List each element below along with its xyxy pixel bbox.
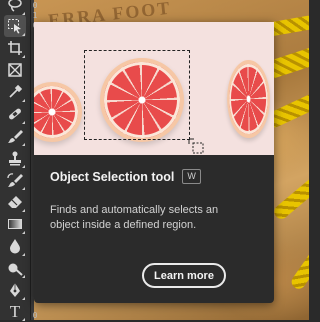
bandage-icon (9, 108, 21, 120)
tool-group-indicator (22, 209, 25, 212)
tool-group-indicator (22, 99, 25, 102)
grapefruit-image (227, 60, 270, 138)
spot-healing-tool[interactable] (4, 103, 26, 125)
tooltip-title: Object Selection tool (50, 169, 175, 184)
grapefruit-image (34, 82, 82, 142)
tooltip-preview-image (34, 22, 274, 155)
eyedropper-icon (9, 84, 23, 98)
learn-more-button[interactable]: Learn more (142, 263, 226, 288)
selection-cursor-icon (188, 138, 204, 154)
boot-lace (288, 242, 309, 292)
frame-icon (8, 63, 22, 77)
tooltip-description: Finds and automatically selects an objec… (50, 204, 219, 231)
ruler-number: 0 (32, 1, 38, 10)
eraser-icon (8, 196, 22, 208)
object-selection-icon (8, 19, 21, 34)
tools-panel: T (0, 0, 31, 322)
keyboard-shortcut-badge: W (182, 169, 201, 184)
dodge-tool[interactable] (4, 257, 26, 279)
drop-icon (10, 239, 20, 254)
boot-lace (271, 172, 309, 222)
crop-tool[interactable] (4, 37, 26, 59)
brush-icon (8, 130, 23, 143)
pen-tool[interactable] (4, 279, 26, 301)
object-selection-tool[interactable] (4, 15, 26, 37)
dodge-icon (8, 263, 23, 276)
tool-group-indicator (22, 55, 25, 58)
blur-tool[interactable] (4, 235, 26, 257)
brush-tool[interactable] (4, 125, 26, 147)
crop-icon (8, 41, 22, 55)
tool-group-indicator (22, 253, 25, 256)
eraser-tool[interactable] (4, 191, 26, 213)
rich-tooltip: Object Selection tool W Finds and automa… (34, 22, 274, 303)
tool-group-indicator (22, 231, 25, 234)
ruler-number: 0 (32, 311, 38, 320)
tool-group-indicator (22, 121, 25, 124)
selection-marquee (84, 50, 190, 140)
lasso-tool[interactable] (4, 0, 26, 16)
pen-icon (10, 283, 20, 297)
stamp-icon (9, 151, 21, 166)
clone-stamp-tool[interactable] (4, 147, 26, 169)
tool-group-indicator (22, 165, 25, 168)
tool-group-indicator (22, 143, 25, 146)
gradient-tool[interactable] (4, 213, 26, 235)
type-icon: T (9, 301, 21, 321)
history-brush-tool[interactable] (4, 169, 26, 191)
eyedropper-tool[interactable] (4, 81, 26, 103)
tool-group-indicator (22, 187, 25, 190)
frame-tool[interactable] (4, 59, 26, 81)
tool-group-indicator (22, 275, 25, 278)
ruler-number: 1 (32, 11, 38, 20)
lasso-icon (8, 0, 22, 12)
gradient-icon (8, 219, 22, 229)
history-brush-icon (7, 173, 23, 187)
tool-group-indicator (22, 33, 25, 36)
type-tool[interactable]: T (4, 300, 26, 322)
